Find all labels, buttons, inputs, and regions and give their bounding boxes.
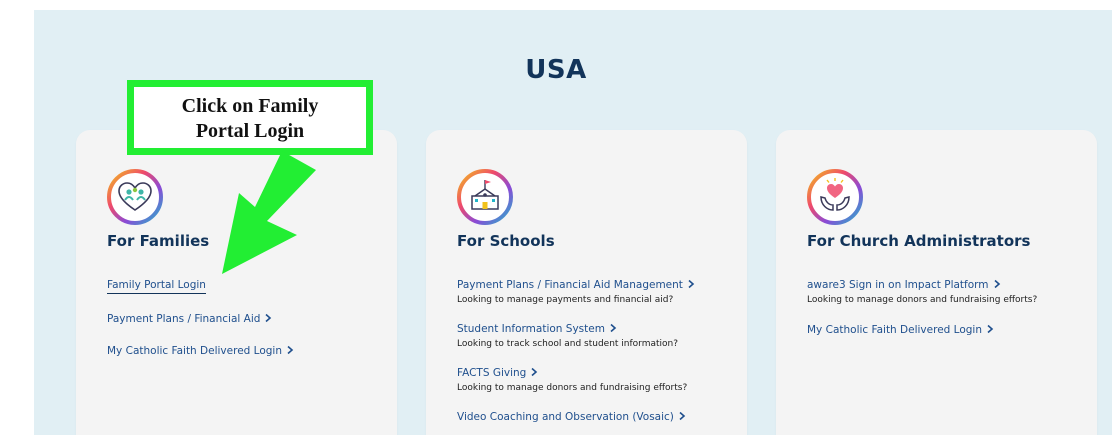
annotation-line: Click on Family [181, 95, 319, 117]
link-row: Family Portal Login [107, 273, 392, 294]
student-information-system-link[interactable]: Student Information System [457, 323, 618, 335]
link-description: Looking to manage payments and financial… [457, 295, 674, 305]
link-row: Student Information System Looking to tr… [457, 317, 742, 349]
card-families: For Families Family Portal Login Payment… [76, 130, 397, 435]
link-label: My Catholic Faith Delivered Login [807, 324, 982, 336]
link-label: aware3 Sign in on Impact Platform [807, 279, 989, 291]
card-schools: For Schools Payment Plans / Financial Ai… [426, 130, 747, 435]
catholic-faith-delivered-login-link[interactable]: My Catholic Faith Delivered Login [807, 324, 995, 336]
payment-plans-financial-aid-link[interactable]: Payment Plans / Financial Aid [107, 313, 273, 325]
family-heart-icon [107, 169, 163, 225]
aware3-sign-in-link[interactable]: aware3 Sign in on Impact Platform [807, 279, 1002, 291]
link-label: Family Portal Login [107, 279, 206, 291]
card-title: For Church Administrators [807, 232, 1031, 250]
card-title: For Schools [457, 232, 555, 250]
link-description: Looking to track school and student info… [457, 339, 679, 349]
link-description: Looking to manage donors and fundraising… [807, 295, 1038, 305]
link-row: Payment Plans / Financial Aid [107, 307, 392, 326]
annotation-line: Portal Login [195, 120, 305, 142]
page: USA For Families Family Portal Login Pay… [0, 0, 1112, 435]
link-row: FACTS Giving Looking to manage donors an… [457, 361, 742, 393]
link-row: Payment Plans / Financial Aid Management… [457, 273, 742, 305]
family-portal-login-link[interactable]: Family Portal Login [107, 279, 206, 294]
chevron-right-icon [265, 313, 272, 323]
link-label: My Catholic Faith Delivered Login [107, 345, 282, 357]
card-title: For Families [107, 232, 210, 250]
link-label: FACTS Giving [457, 367, 527, 379]
chevron-right-icon [987, 324, 994, 334]
link-row: aware3 Sign in on Impact Platform Lookin… [807, 273, 1092, 305]
link-row: My Catholic Faith Delivered Login [807, 318, 1092, 337]
payment-plans-financial-aid-management-link[interactable]: Payment Plans / Financial Aid Management [457, 279, 696, 291]
link-label: Video Coaching and Observation (Vosaic) [457, 411, 674, 423]
annotation-callout: Click on Family Portal Login [127, 80, 373, 155]
chevron-right-icon [679, 411, 686, 421]
link-label: Payment Plans / Financial Aid Management [457, 279, 683, 291]
chevron-right-icon [688, 279, 695, 289]
chevron-right-icon [531, 367, 538, 377]
link-row: Video Coaching and Observation (Vosaic) [457, 405, 742, 424]
link-label: Payment Plans / Financial Aid [107, 313, 261, 325]
link-row: My Catholic Faith Delivered Login [107, 339, 392, 358]
school-building-icon [457, 169, 513, 225]
card-church-administrators: For Church Administrators aware3 Sign in… [776, 130, 1097, 435]
chevron-right-icon [287, 345, 294, 355]
hands-heart-icon [807, 169, 863, 225]
facts-giving-link[interactable]: FACTS Giving [457, 367, 539, 379]
catholic-faith-delivered-login-link[interactable]: My Catholic Faith Delivered Login [107, 345, 295, 357]
video-coaching-vosaic-link[interactable]: Video Coaching and Observation (Vosaic) [457, 411, 687, 423]
chevron-right-icon [610, 323, 617, 333]
link-label: Student Information System [457, 323, 605, 335]
chevron-right-icon [994, 279, 1000, 289]
link-description: Looking to manage donors and fundraising… [457, 383, 688, 393]
